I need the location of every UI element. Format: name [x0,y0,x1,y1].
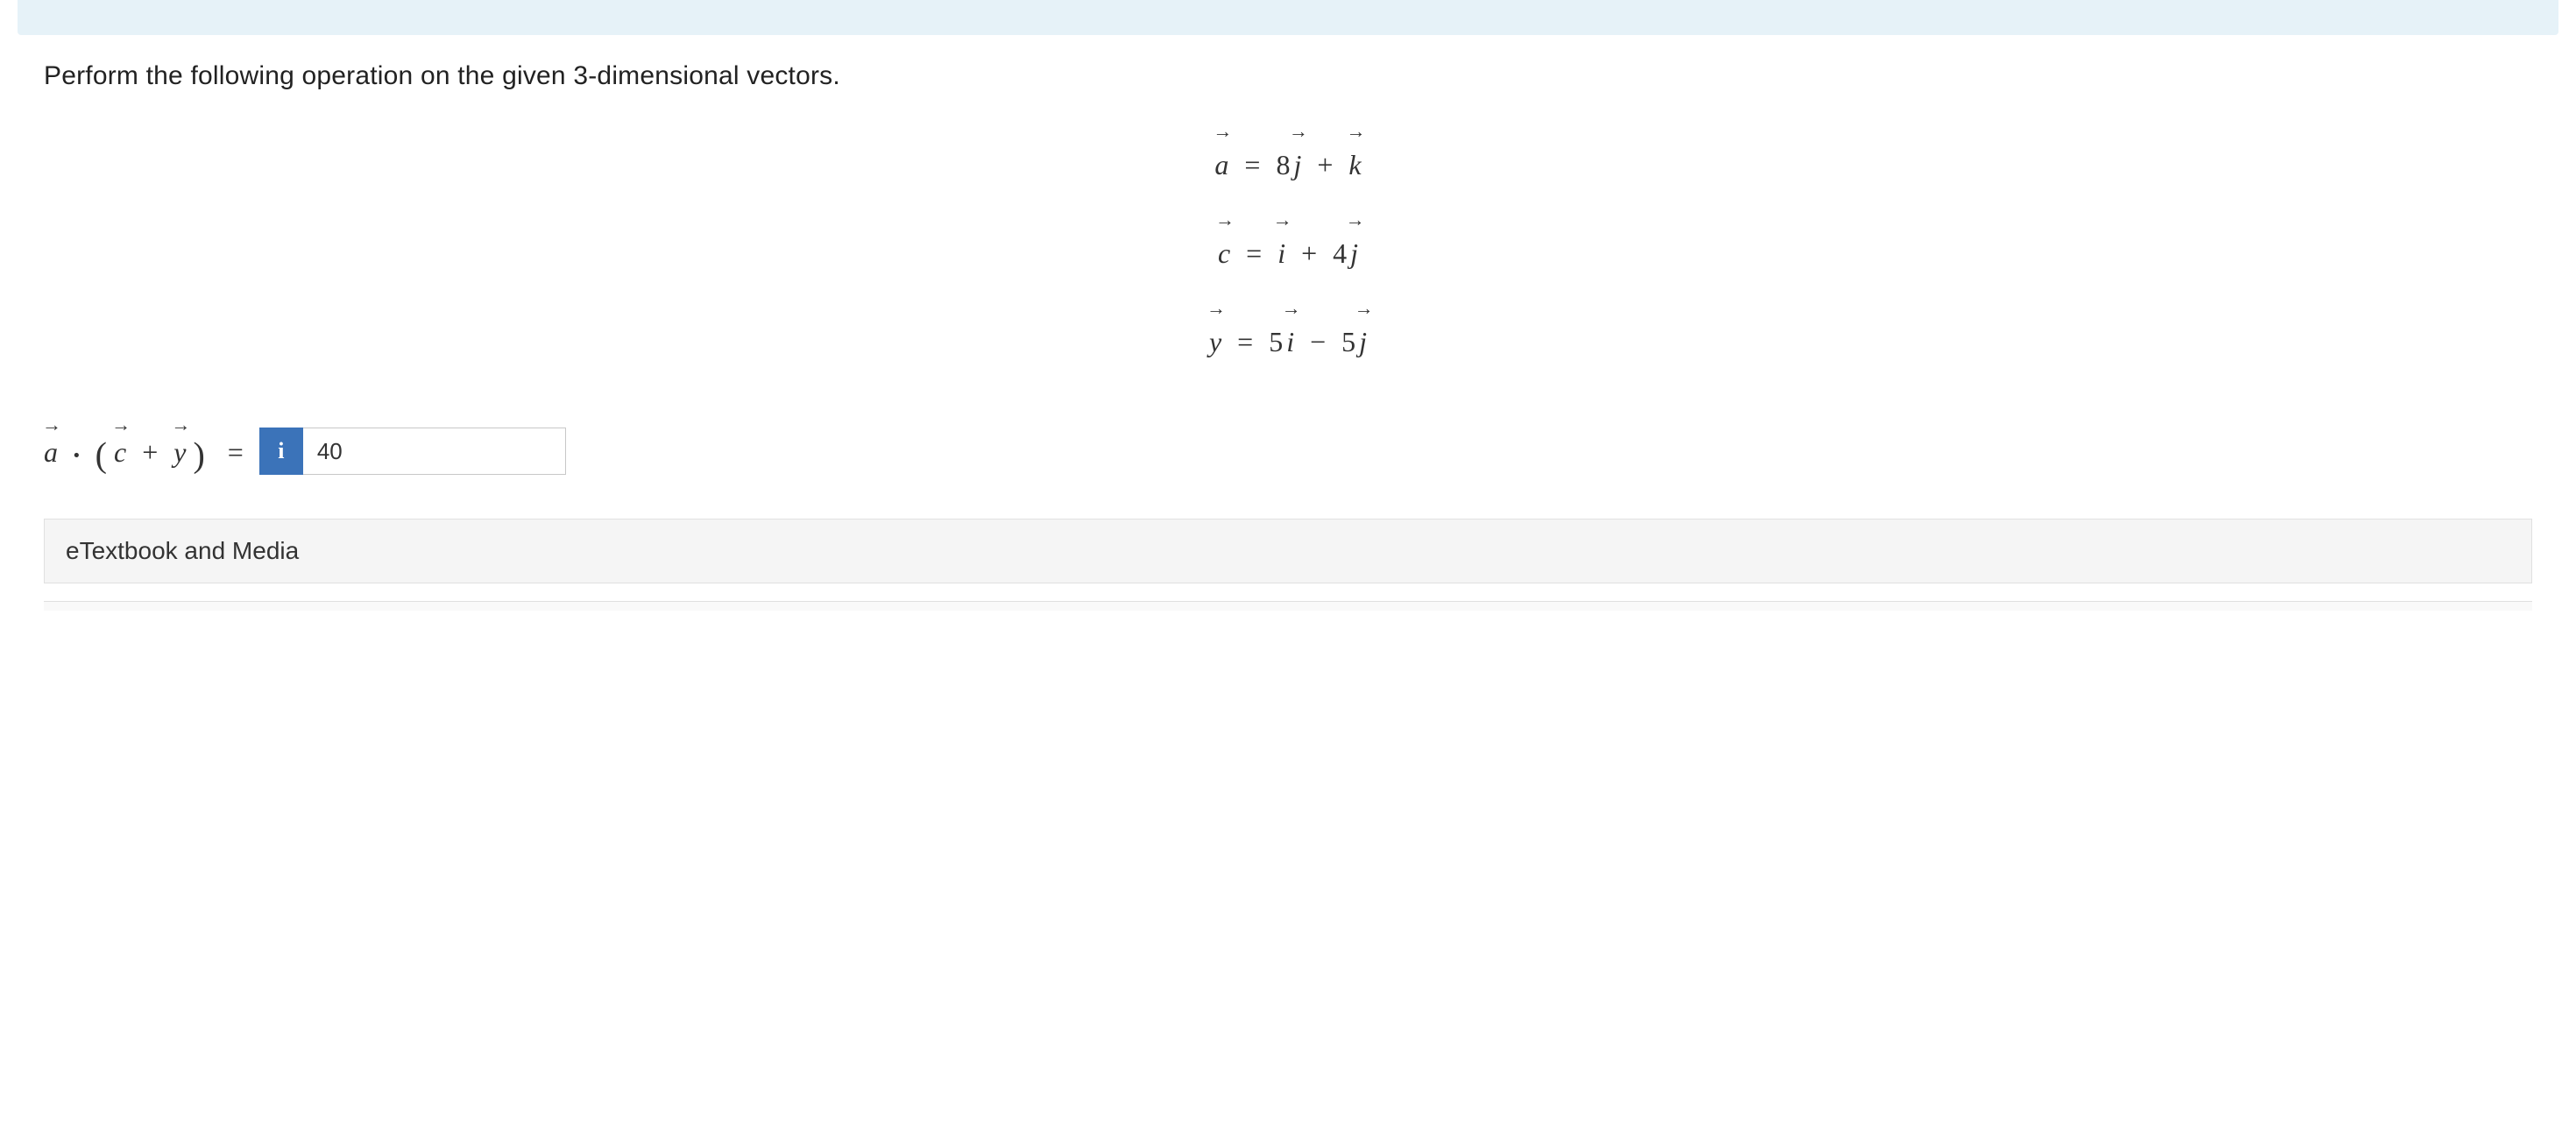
unit-i: i [1277,215,1285,287]
minus-sign: − [1310,326,1326,357]
vector-definitions: a = 8j + k c = i + 4j y = 5i − 5j [44,126,2532,375]
etextbook-media-button[interactable]: eTextbook and Media [44,519,2532,583]
expr-vector-y: y [173,431,186,469]
expr-vector-a: a [44,431,58,469]
unit-j: j [1359,303,1367,376]
expr-vector-c: c [114,431,126,469]
dot-operator: · [72,439,81,470]
answer-row: a · ( c + y ) = i [44,428,2532,475]
question-prompt: Perform the following operation on the g… [44,61,2532,91]
equals-sign: = [1246,237,1262,269]
equals-sign: = [228,436,244,468]
vector-y-definition: y = 5i − 5j [44,303,2532,376]
answer-input-group: i [259,428,566,475]
left-paren: ( [96,435,107,475]
right-paren: ) [193,435,204,475]
unit-k: k [1348,126,1361,199]
equals-sign: = [1237,326,1253,357]
notification-banner [18,0,2558,35]
vector-a-symbol: a [1214,126,1228,199]
vector-c-symbol: c [1218,215,1230,287]
plus-sign: + [1317,149,1333,180]
operation-expression: a · ( c + y ) = [44,431,259,471]
question-content: Perform the following operation on the g… [0,35,2576,628]
vector-c-definition: c = i + 4j [44,215,2532,287]
plus-sign: + [142,436,158,468]
unit-j: j [1350,215,1358,287]
plus-sign: + [1301,237,1317,269]
equals-sign: = [1244,149,1260,180]
info-button[interactable]: i [259,428,303,475]
vector-y-symbol: y [1209,303,1221,376]
unit-i: i [1286,303,1294,376]
answer-input[interactable] [303,428,566,475]
vector-a-definition: a = 8j + k [44,126,2532,199]
next-section-bar [44,601,2532,611]
unit-j: j [1293,126,1301,199]
